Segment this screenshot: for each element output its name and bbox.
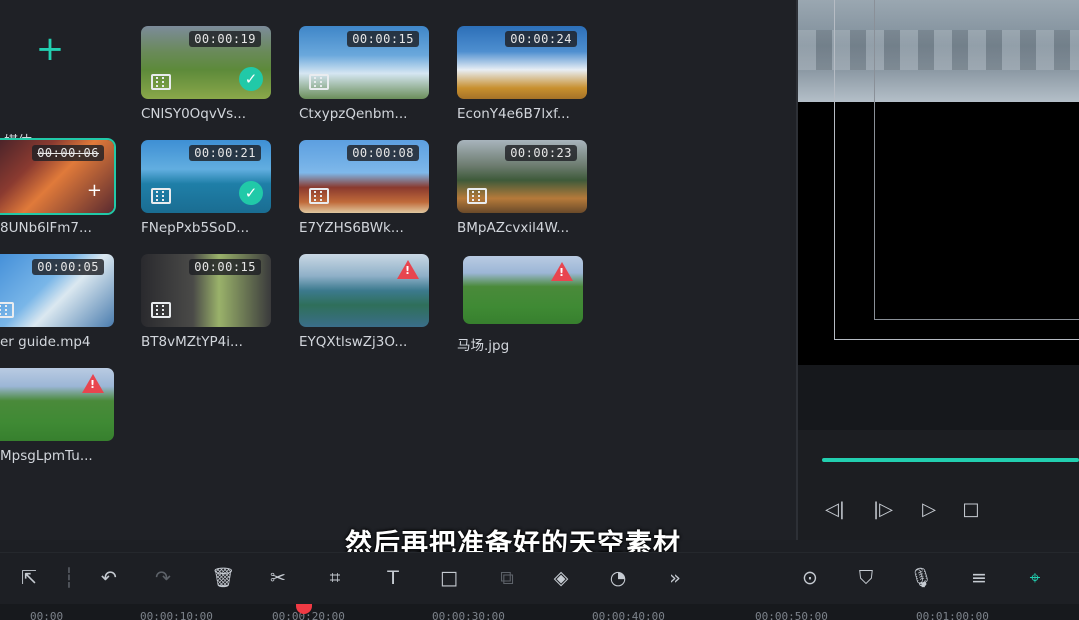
clip-thumbnail[interactable]: 00:00:23 bbox=[457, 140, 587, 213]
video-clip-icon bbox=[151, 302, 171, 318]
clip-thumbnail[interactable]: ! bbox=[0, 368, 114, 441]
video-clip-icon bbox=[309, 74, 329, 90]
clip-thumbnail[interactable]: ! bbox=[463, 256, 583, 324]
clip-name: EYQXtlswZj3O... bbox=[299, 334, 434, 350]
clip-name: er guide.mp4 bbox=[0, 334, 135, 350]
clip-name: MpsgLpmTu... bbox=[0, 448, 135, 464]
clip-duration: 00:00:05 bbox=[32, 259, 104, 275]
clip-name: FNepPxb5SoD... bbox=[141, 220, 276, 236]
clip-duration: 00:00:24 bbox=[505, 31, 577, 47]
marker-icon[interactable]: ⛉ bbox=[853, 565, 879, 591]
clip-duration: 00:00:23 bbox=[505, 145, 577, 161]
clip-thumbnail[interactable]: 00:00:24 bbox=[457, 26, 587, 99]
timeline-tick: 00:00:50:00 bbox=[755, 610, 828, 620]
timeline-tick: 00:00:10:00 bbox=[140, 610, 213, 620]
clip-duration: 00:00:15 bbox=[347, 31, 419, 47]
clip-duration: 00:00:08 bbox=[347, 145, 419, 161]
media-panel: + 入媒体 00:00:19 ✓ CNlSY0OqvVs... 00:00:15… bbox=[0, 0, 796, 540]
preview-canvas[interactable] bbox=[798, 0, 1079, 365]
timeline-tick: 00:00 bbox=[30, 610, 63, 620]
check-icon: ✓ bbox=[239, 181, 263, 205]
clip-name: BMpAZcvxil4W... bbox=[457, 220, 592, 236]
text-icon[interactable]: T bbox=[380, 565, 406, 591]
safe-frame-inner bbox=[874, 0, 1079, 320]
clip-name: CNlSY0OqvVs... bbox=[141, 106, 276, 122]
clip-thumbnail[interactable]: 00:00:21 ✓ bbox=[141, 140, 271, 213]
magnet-icon[interactable]: ⌖ bbox=[1022, 565, 1048, 591]
clip-thumbnail[interactable]: 00:00:19 ✓ bbox=[141, 26, 271, 99]
clip-duration: 00:00:06 bbox=[32, 145, 104, 161]
clip-duration: 00:00:19 bbox=[189, 31, 261, 47]
speed-icon[interactable]: ◔ bbox=[605, 565, 631, 591]
clip-name: EconY4e6B7lxf... bbox=[457, 106, 592, 122]
play-icon[interactable]: ▷ bbox=[916, 497, 942, 523]
clip-duration: 00:00:15 bbox=[189, 259, 261, 275]
video-clip-icon bbox=[467, 188, 487, 204]
audio-icon[interactable]: ≡ bbox=[966, 565, 992, 591]
clip-name: 8UNb6lFm7... bbox=[0, 220, 135, 236]
video-clip-icon bbox=[151, 74, 171, 90]
stop-icon[interactable]: □ bbox=[958, 497, 984, 523]
warning-icon: ! bbox=[397, 260, 419, 279]
play-circle-icon[interactable]: ⊙ bbox=[797, 565, 823, 591]
clip-name: BT8vMZtYP4i... bbox=[141, 334, 276, 350]
clip-name: 马场.jpg bbox=[457, 334, 592, 354]
undo-icon[interactable]: ↶ bbox=[96, 565, 122, 591]
video-clip-icon bbox=[309, 188, 329, 204]
clip-duration: 00:00:21 bbox=[189, 145, 261, 161]
preview-controls: ◁| |▷ ▷ □ bbox=[798, 430, 1079, 540]
shape-icon[interactable]: □ bbox=[436, 565, 462, 591]
select-pointer-icon[interactable]: ⇱ bbox=[16, 565, 42, 591]
check-icon: ✓ bbox=[239, 67, 263, 91]
delete-icon[interactable]: 🗑︎ bbox=[210, 565, 236, 591]
crop-icon[interactable]: ⌗ bbox=[322, 565, 348, 591]
split-icon[interactable]: ✂ bbox=[265, 565, 291, 591]
redo-icon[interactable]: ↷ bbox=[150, 565, 176, 591]
clip-thumbnail[interactable]: 00:00:08 bbox=[299, 140, 429, 213]
timeline-tick: 00:00:30:00 bbox=[432, 610, 505, 620]
timeline-tick: 00:00:40:00 bbox=[592, 610, 665, 620]
group-icon[interactable]: ⧉ bbox=[494, 565, 520, 591]
clip-name: CtxypzQenbm... bbox=[299, 106, 434, 122]
timeline-tick: 00:01:00:00 bbox=[916, 610, 989, 620]
preview-panel: ◁| |▷ ▷ □ bbox=[798, 0, 1079, 540]
clip-thumbnail-selected[interactable]: 00:00:06 + bbox=[0, 140, 114, 213]
video-clip-icon bbox=[0, 302, 14, 318]
timeline-ruler[interactable]: 00:00 00:00:10:00 00:00:20:00 00:00:30:0… bbox=[0, 604, 1079, 620]
warning-icon: ! bbox=[82, 374, 104, 393]
toolbar-divider: ┆ bbox=[56, 565, 82, 591]
step-forward-icon[interactable]: |▷ bbox=[870, 497, 896, 523]
import-media-button[interactable]: + 入媒体 bbox=[0, 26, 110, 101]
video-clip-icon bbox=[151, 188, 171, 204]
edit-toolbar: ⇱ ┆ ↶ ↷ 🗑︎ ✂ ⌗ T □ ⧉ ◈ ◔ » ⊙ ⛉ 🎙︎ ≡ ⌖ bbox=[0, 552, 1079, 605]
plus-icon: + bbox=[0, 32, 110, 66]
microphone-icon[interactable]: 🎙︎ bbox=[908, 565, 934, 591]
freeze-icon[interactable]: ◈ bbox=[548, 565, 574, 591]
clip-thumbnail[interactable]: 00:00:15 bbox=[141, 254, 271, 327]
clip-thumbnail[interactable]: 00:00:15 bbox=[299, 26, 429, 99]
step-back-icon[interactable]: ◁| bbox=[822, 497, 848, 523]
clip-thumbnail[interactable]: ! bbox=[299, 254, 429, 327]
warning-icon: ! bbox=[551, 262, 573, 281]
clip-thumbnail[interactable]: 00:00:05 bbox=[0, 254, 114, 327]
playback-progress-bar[interactable] bbox=[822, 458, 1079, 462]
add-to-timeline-icon[interactable]: + bbox=[87, 180, 102, 201]
more-icon[interactable]: » bbox=[662, 565, 688, 591]
clip-name: E7YZHS6BWk... bbox=[299, 220, 434, 236]
